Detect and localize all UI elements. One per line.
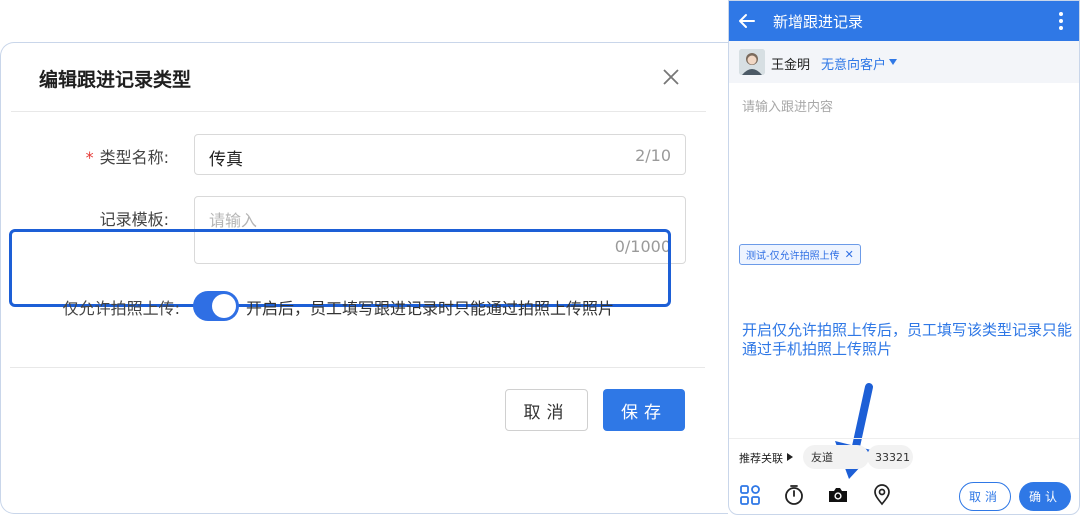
toolbar-divider: [729, 438, 1079, 439]
timer-icon[interactable]: [783, 484, 805, 506]
type-name-label: * 类型名称:: [85, 148, 169, 167]
toggle-knob: [212, 294, 236, 318]
type-name-counter: 2/10: [635, 146, 671, 165]
avatar: [739, 49, 765, 75]
record-type-tag[interactable]: 测试-仅允许拍照上传 ✕: [739, 244, 861, 265]
caret-down-icon[interactable]: [889, 59, 897, 65]
dialog-title: 编辑跟进记录类型: [39, 69, 192, 91]
header-divider: [11, 111, 706, 112]
save-button[interactable]: 保存: [603, 389, 685, 431]
annotation-text: 开启仅允许拍照上传后，员工填写该类型记录只能通过手机拍照上传照片: [742, 321, 1073, 358]
user-bar: 王金明 无意向客户: [729, 41, 1079, 83]
required-mark: *: [85, 148, 94, 167]
close-icon[interactable]: [659, 65, 683, 89]
tag-close-icon[interactable]: ✕: [845, 248, 854, 261]
recommend-chip[interactable]: 33321: [867, 445, 913, 469]
back-arrow-icon[interactable]: [737, 11, 757, 31]
photo-only-toggle[interactable]: [193, 291, 239, 321]
photo-only-label: 仅允许拍照上传:: [62, 299, 180, 318]
location-pin-icon[interactable]: [871, 484, 893, 506]
type-name-input[interactable]: 传真 2/10: [194, 134, 686, 175]
app-bar-title: 新增跟进记录: [773, 13, 864, 31]
template-label: 记录模板:: [99, 210, 169, 229]
photo-only-description: 开启后，员工填写跟进记录时只能通过拍照上传照片: [246, 299, 615, 318]
phone-cancel-button[interactable]: 取消: [959, 482, 1011, 511]
play-triangle-icon: [787, 453, 793, 461]
template-placeholder: 请输入: [209, 211, 258, 230]
tag-label: 测试-仅允许拍照上传: [746, 251, 840, 262]
more-vert-icon[interactable]: [1057, 11, 1065, 31]
footer-divider: [10, 367, 705, 368]
app-bar: 新增跟进记录: [729, 1, 1079, 41]
customer-type-dropdown[interactable]: 无意向客户: [821, 54, 886, 73]
camera-icon[interactable]: [827, 484, 849, 506]
content-placeholder[interactable]: 请输入跟进内容: [742, 96, 833, 115]
recommend-chip[interactable]: 友道: [803, 445, 869, 469]
cancel-button[interactable]: 取消: [505, 389, 588, 431]
user-name: 王金明: [771, 58, 811, 73]
apps-grid-icon[interactable]: [739, 484, 761, 506]
mobile-preview: 新增跟进记录 王金明 无意向客户 请输入跟进内容 测试-仅允许拍照上传 ✕ 开启…: [728, 0, 1080, 515]
recommend-label: 推荐关联: [739, 452, 783, 465]
phone-confirm-button[interactable]: 确认: [1019, 482, 1071, 511]
type-name-value: 传真: [209, 150, 243, 170]
